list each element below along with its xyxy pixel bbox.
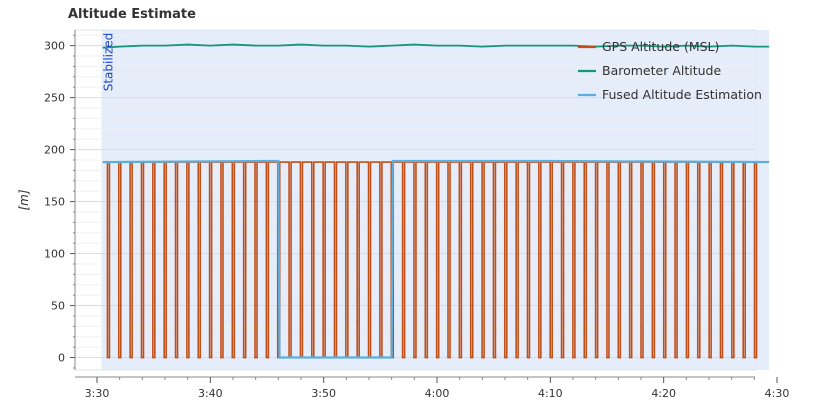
ytick-label-50: 50: [51, 300, 65, 313]
xtick-label-4:30: 4:30: [765, 387, 790, 400]
ytick-label-150: 150: [44, 196, 65, 209]
ytick-label-100: 100: [44, 248, 65, 261]
y-axis-label: [m]: [17, 189, 31, 210]
chart-container: Altitude Estimate 0 50 100 150 200 250 300 [m] 3…: [0, 0, 840, 400]
xtick-label-3:40: 3:40: [198, 387, 223, 400]
xtick-label-3:30: 3:30: [85, 387, 110, 400]
legend-entry-2: Fused Altitude Estimation: [602, 87, 762, 102]
xtick-label-4:20: 4:20: [651, 387, 676, 400]
legend-entry-1: Barometer Altitude: [602, 63, 721, 78]
ytick-label-300: 300: [44, 40, 65, 53]
stabilized-label: Stabilized: [102, 33, 116, 92]
xtick-label-4:10: 4:10: [538, 387, 563, 400]
ytick-label-250: 250: [44, 92, 65, 105]
ytick-label-200: 200: [44, 144, 65, 157]
xtick-label-4:00: 4:00: [425, 387, 450, 400]
legend-entry-0: GPS Altitude (MSL): [602, 39, 719, 54]
stabilized-region: [101, 30, 770, 370]
ytick-label-0: 0: [58, 352, 65, 365]
xtick-label-3:50: 3:50: [311, 387, 336, 400]
altitude-chart: 0 50 100 150 200 250 300 [m] 3:30 3:40 3:50 4:00 4:1…: [17, 29, 790, 400]
